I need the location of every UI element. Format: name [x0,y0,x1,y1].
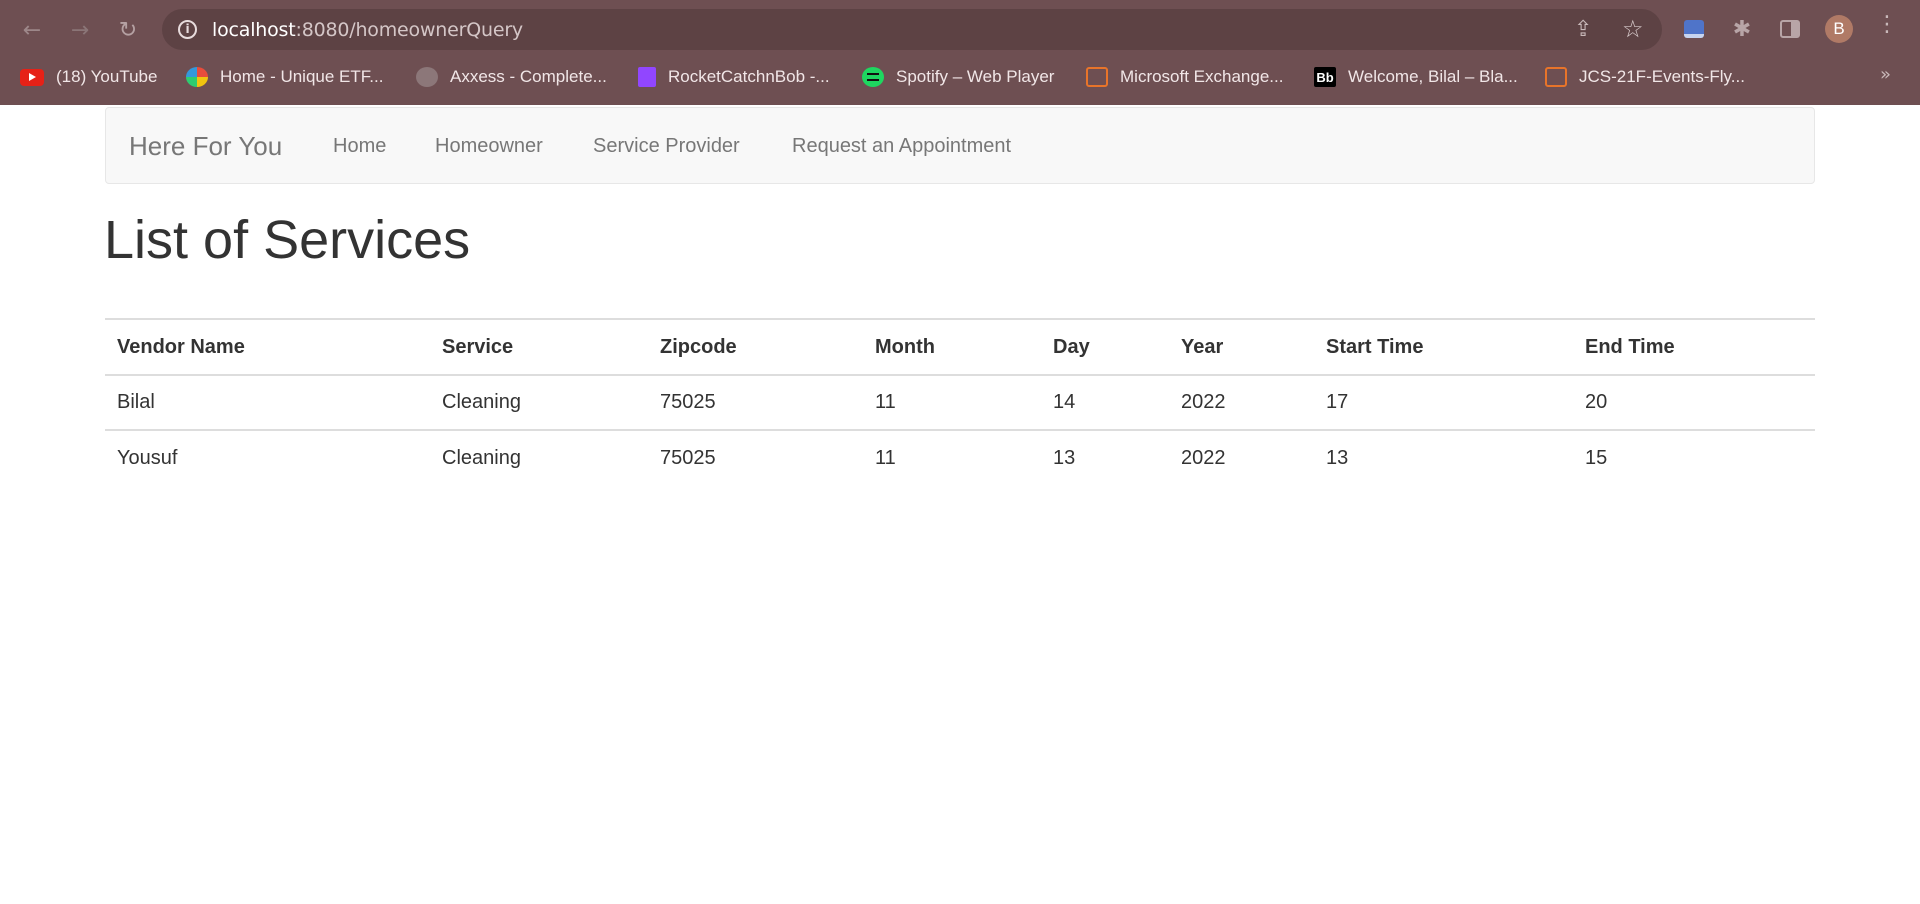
pinwheel-icon [186,67,208,87]
bookmark-label: Spotify – Web Player [896,67,1055,86]
forward-arrow-icon[interactable]: → [62,12,98,48]
cell-vendor-name: Yousuf [117,446,178,469]
column-header-year: Year [1169,318,1314,376]
brand-link[interactable]: Here For You [129,131,282,162]
browser-toolbar: ← → ↻ i localhost:8080/homeownerQuery ⇪ … [0,0,1920,58]
bookmark-youtube[interactable]: (18) YouTube [20,64,157,90]
side-panel-icon[interactable] [1775,14,1805,44]
table-header: Vendor Name Service Zipcode Month Day Ye… [105,318,1815,376]
column-header-start-time: Start Time [1314,318,1573,376]
bookmark-star-icon[interactable]: ☆ [1622,15,1644,43]
extensions-puzzle-icon[interactable]: ✱ [1727,14,1757,44]
bookmark-label: (18) YouTube [56,67,158,86]
share-icon[interactable]: ⇪ [1574,17,1592,42]
profile-avatar[interactable]: B [1825,15,1853,43]
bookmarks-bar: (18) YouTube Home - Unique ETF... Axxess… [0,58,1920,96]
nav-homeowner[interactable]: Homeowner [435,135,543,158]
table-row: Yousuf Cleaning 75025 11 13 2022 13 15 [105,430,1815,485]
bookmark-rocketcatchnbob[interactable]: RocketCatchnBob -... [638,64,830,90]
table-row: Bilal Cleaning 75025 11 14 2022 17 20 [105,375,1815,431]
bookmark-spotify[interactable]: Spotify – Web Player [862,64,1054,90]
cell-day: 13 [1053,446,1076,469]
bookmark-unique-etf[interactable]: Home - Unique ETF... [186,64,383,90]
nav-service-provider[interactable]: Service Provider [593,135,740,158]
twitch-icon [638,67,656,87]
back-arrow-icon[interactable]: ← [14,12,50,48]
bookmark-label: Axxess - Complete... [450,67,607,86]
spotify-icon [862,67,884,87]
site-navbar: Here For You Home Homeowner Service Prov… [105,107,1815,184]
utd-icon [1086,67,1108,87]
utd-icon [1545,67,1567,87]
cell-start-time: 17 [1314,375,1573,431]
nav-request-appointment[interactable]: Request an Appointment [792,135,1011,158]
youtube-icon [20,68,44,86]
bookmark-axxess[interactable]: Axxess - Complete... [416,64,607,90]
column-header-zipcode: Zipcode [648,318,863,376]
cell-vendor-name: Bilal [105,375,430,431]
cell-end-time: 15 [1585,446,1608,469]
reload-icon[interactable]: ↻ [110,12,146,48]
cell-end-time: 20 [1573,375,1815,431]
cell-day: 14 [1041,375,1169,431]
bookmark-label: RocketCatchnBob -... [668,67,830,86]
column-header-service: Service [430,318,648,376]
cell-zipcode: 75025 [660,446,716,469]
cell-start-time: 13 [1326,446,1349,469]
cell-month: 11 [863,375,1041,431]
bookmark-label: JCS-21F-Events-Fly... [1579,67,1745,86]
cell-service: Cleaning [430,375,648,431]
nav-home[interactable]: Home [333,135,386,158]
cell-zipcode: 75025 [648,375,863,431]
column-header-end-time: End Time [1573,318,1815,376]
cell-year: 2022 [1169,375,1314,431]
extension-book-icon[interactable] [1679,14,1709,44]
url-host: localhost [212,19,296,41]
address-bar[interactable]: i localhost:8080/homeownerQuery ⇪ ☆ [162,9,1662,50]
column-header-vendor-name: Vendor Name [105,318,430,376]
cell-month: 11 [875,446,896,469]
bookmark-label: Welcome, Bilal – Bla... [1348,67,1518,86]
browser-menu-icon[interactable]: ⋮ [1876,12,1898,37]
column-header-day: Day [1041,318,1169,376]
bookmark-jcs-events[interactable]: JCS-21F-Events-Fly... [1545,64,1745,90]
bookmark-label: Home - Unique ETF... [220,67,384,86]
bookmark-microsoft-exchange[interactable]: Microsoft Exchange... [1086,64,1283,90]
services-table-container: Vendor Name Service Zipcode Month Day Ye… [105,318,1815,485]
url-text[interactable]: localhost:8080/homeownerQuery [212,19,523,41]
site-info-icon[interactable]: i [178,20,197,39]
bookmark-blackboard[interactable]: Bb Welcome, Bilal – Bla... [1314,64,1518,90]
column-header-month: Month [863,318,1041,376]
more-bookmarks-icon[interactable]: » [1880,64,1891,85]
cell-service: Cleaning [442,446,521,469]
blackboard-icon: Bb [1314,67,1336,87]
page-title: List of Services [104,210,471,270]
url-path: :8080/homeownerQuery [295,19,524,41]
globe-icon [416,67,438,87]
cell-year: 2022 [1181,446,1226,469]
bookmark-label: Microsoft Exchange... [1120,67,1284,86]
browser-chrome: ← → ↻ i localhost:8080/homeownerQuery ⇪ … [0,0,1920,105]
services-table: Vendor Name Service Zipcode Month Day Ye… [105,318,1815,485]
